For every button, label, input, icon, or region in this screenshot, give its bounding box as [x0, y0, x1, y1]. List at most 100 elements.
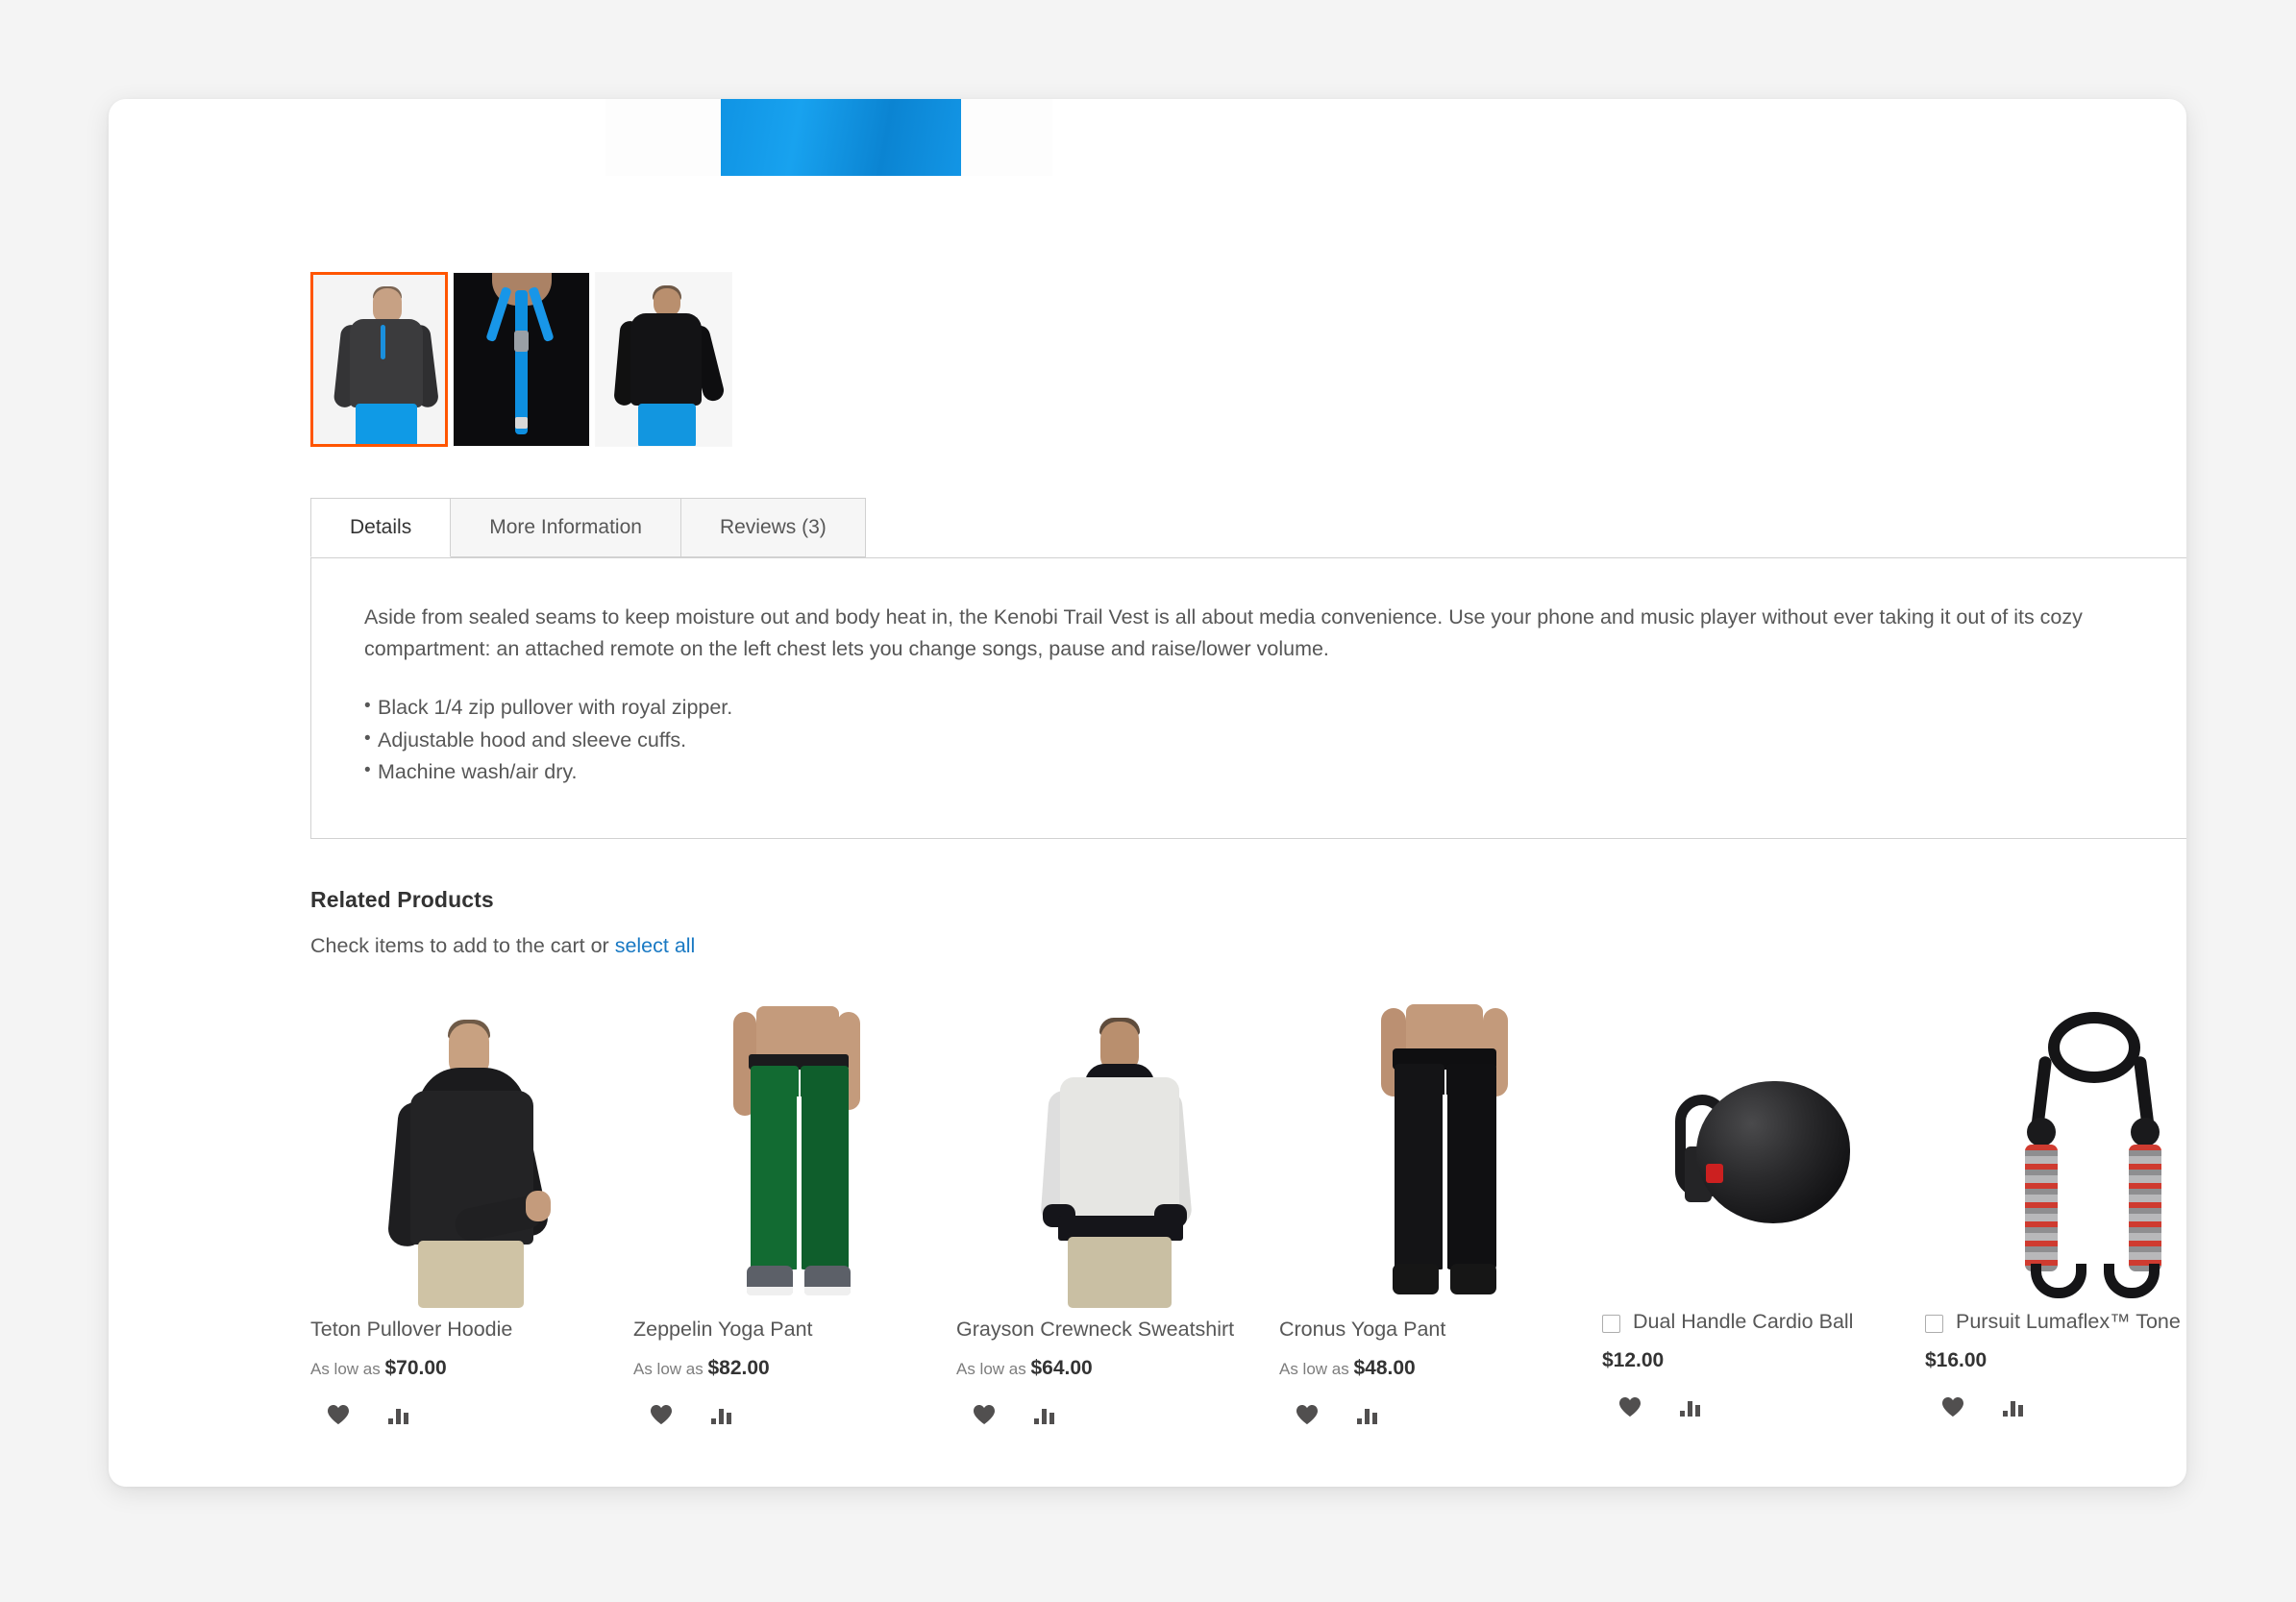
- tab-details[interactable]: Details: [310, 498, 452, 557]
- product-select-checkbox[interactable]: [1602, 1315, 1620, 1333]
- related-product-item: Teton Pullover Hoodie As low as $70.00: [310, 1002, 633, 1425]
- product-actions: [310, 1404, 633, 1425]
- figure-leg-left: [751, 1066, 799, 1269]
- thumb-zipper: [515, 290, 528, 434]
- price-value: $16.00: [1925, 1348, 1987, 1371]
- related-product-item: Cronus Yoga Pant As low as $48.00: [1279, 1002, 1602, 1425]
- price-prefix: As low as: [956, 1359, 1031, 1378]
- product-image-zeppelin-yoga-pant[interactable]: [633, 1002, 956, 1308]
- compare-icon[interactable]: [1356, 1404, 1379, 1425]
- gallery-thumb-zipper-closeup[interactable]: [453, 272, 590, 447]
- product-price: As low as $64.00: [956, 1357, 1279, 1380]
- product-price: $12.00: [1602, 1349, 1925, 1372]
- figure-shoe-left: [1393, 1264, 1439, 1294]
- product-image-pursuit-lumaflex-tone-band[interactable]: [1925, 1002, 2186, 1308]
- figure-cord-bottom-left: [2031, 1264, 2086, 1298]
- product-name-link[interactable]: Grayson Crewneck Sweatshirt: [956, 1316, 1234, 1343]
- price-value: $82.00: [707, 1356, 770, 1379]
- product-name-row: Dual Handle Cardio Ball: [1602, 1308, 1925, 1336]
- product-info: Dual Handle Cardio Ball $12.00: [1602, 1308, 1925, 1417]
- figure-leg-right: [801, 1066, 849, 1269]
- product-image-dual-handle-cardio-ball[interactable]: [1602, 1002, 1925, 1308]
- figure-shoe-right: [1450, 1264, 1496, 1294]
- product-actions: [1925, 1396, 2186, 1417]
- price-prefix: As low as: [310, 1359, 385, 1378]
- thumb-head: [373, 288, 402, 323]
- product-info-tabs: Details More Information Reviews (3): [310, 498, 866, 557]
- figure-sole-left: [747, 1287, 793, 1295]
- product-info: Pursuit Lumaflex™ Tone Band $16.00: [1925, 1308, 2186, 1417]
- product-info: Cronus Yoga Pant As low as $48.00: [1279, 1316, 1602, 1425]
- heart-icon[interactable]: [1296, 1404, 1319, 1425]
- product-name-link[interactable]: Zeppelin Yoga Pant: [633, 1316, 813, 1343]
- product-name-link[interactable]: Teton Pullover Hoodie: [310, 1316, 512, 1343]
- product-name-row: Zeppelin Yoga Pant: [633, 1316, 956, 1343]
- thumb-zipper-pull: [514, 331, 529, 352]
- product-actions: [633, 1404, 956, 1425]
- figure-leg-left: [1395, 1064, 1444, 1269]
- product-main-image[interactable]: [605, 99, 1052, 176]
- product-name-row: Cronus Yoga Pant: [1279, 1316, 1602, 1343]
- figure-red-accent: [1706, 1164, 1723, 1183]
- heart-icon[interactable]: [973, 1404, 996, 1425]
- related-product-item: Pursuit Lumaflex™ Tone Band $16.00: [1925, 1002, 2186, 1425]
- thumb-jacket: [350, 319, 423, 407]
- figure-leg-gap: [797, 1097, 802, 1269]
- related-product-item: Grayson Crewneck Sweatshirt As low as $6…: [956, 1002, 1279, 1425]
- thumb-shorts: [638, 404, 696, 446]
- product-name-link[interactable]: Dual Handle Cardio Ball: [1633, 1308, 1853, 1336]
- tab-more-information[interactable]: More Information: [450, 498, 681, 557]
- product-image-teton-pullover-hoodie[interactable]: [310, 1002, 633, 1308]
- product-feature-list: Black 1/4 zip pullover with royal zipper…: [364, 692, 2186, 788]
- figure-knob-right: [2131, 1118, 2160, 1146]
- gallery-thumbnail-list: [310, 272, 732, 447]
- price-value: $70.00: [384, 1356, 447, 1379]
- product-info: Teton Pullover Hoodie As low as $70.00: [310, 1316, 633, 1425]
- feature-item: Machine wash/air dry.: [364, 756, 2186, 788]
- details-tab-panel: Aside from sealed seams to keep moisture…: [310, 557, 2186, 839]
- compare-icon[interactable]: [1679, 1396, 1702, 1417]
- product-price: As low as $70.00: [310, 1357, 633, 1380]
- product-name-link[interactable]: Cronus Yoga Pant: [1279, 1316, 1445, 1343]
- thumb-jacket: [630, 313, 702, 406]
- figure-grip-right: [2129, 1145, 2161, 1271]
- gallery-thumb-front-view[interactable]: [310, 272, 448, 447]
- product-image-grayson-crewneck-sweatshirt[interactable]: [956, 1002, 1279, 1308]
- heart-icon[interactable]: [650, 1404, 673, 1425]
- thumb-shorts: [356, 404, 417, 444]
- price-prefix: As low as: [1279, 1359, 1354, 1378]
- product-info: Zeppelin Yoga Pant As low as $82.00: [633, 1316, 956, 1425]
- product-actions: [1279, 1404, 1602, 1425]
- product-actions: [956, 1404, 1279, 1425]
- product-name-row: Pursuit Lumaflex™ Tone Band: [1925, 1308, 2186, 1336]
- figure-sweatshirt: [1060, 1077, 1179, 1221]
- product-image-cronus-yoga-pant[interactable]: [1279, 1002, 1602, 1308]
- figure-ball: [1696, 1081, 1850, 1223]
- gallery-thumb-back-view[interactable]: [595, 272, 732, 447]
- figure-grip-left: [2025, 1145, 2058, 1271]
- product-name-row: Teton Pullover Hoodie: [310, 1316, 633, 1343]
- page-root: Details More Information Reviews (3) Asi…: [0, 0, 2296, 1602]
- select-all-link[interactable]: select all: [615, 934, 696, 957]
- figure-cord-bottom-right: [2104, 1264, 2160, 1298]
- heart-icon[interactable]: [1618, 1396, 1642, 1417]
- heart-icon[interactable]: [327, 1404, 350, 1425]
- price-value: $48.00: [1353, 1356, 1416, 1379]
- product-select-checkbox[interactable]: [1925, 1315, 1943, 1333]
- product-price: $16.00: [1925, 1349, 2186, 1372]
- compare-icon[interactable]: [2002, 1396, 2025, 1417]
- figure-leg-right: [1446, 1064, 1496, 1269]
- compare-icon[interactable]: [710, 1404, 733, 1425]
- figure-leg-gap: [1443, 1095, 1447, 1269]
- heart-icon[interactable]: [1941, 1396, 1964, 1417]
- tab-reviews[interactable]: Reviews (3): [679, 498, 866, 557]
- product-name-link[interactable]: Pursuit Lumaflex™ Tone Band: [1956, 1308, 2186, 1336]
- feature-item: Black 1/4 zip pullover with royal zipper…: [364, 692, 2186, 724]
- related-products-heading: Related Products: [310, 887, 494, 912]
- product-name-row: Grayson Crewneck Sweatshirt: [956, 1316, 1279, 1343]
- product-price: As low as $48.00: [1279, 1357, 1602, 1380]
- main-image-blue-shorts: [721, 99, 961, 176]
- compare-icon[interactable]: [1033, 1404, 1056, 1425]
- compare-icon[interactable]: [387, 1404, 410, 1425]
- product-info: Grayson Crewneck Sweatshirt As low as $6…: [956, 1316, 1279, 1425]
